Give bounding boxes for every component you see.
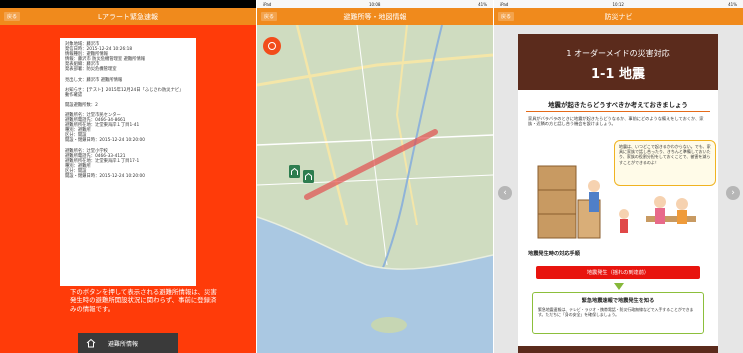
battery-label: 41%	[478, 1, 487, 7]
house-icon	[86, 338, 96, 348]
booklet-page: 1 オーダーメイドの災害対応 1-1 地震 地震が起きたらどうすべきか考えておき…	[518, 34, 718, 353]
alert-detail-line: 開設・閉鎖日時：2015-12-24 10:20:00	[65, 173, 146, 179]
alert-screen: 戻る Lアラート緊急速報 対象地域：藤沢市 発信日時：2015-12-24 10:…	[0, 0, 256, 353]
map-screen: iPad 10:08 41% 戻る 避難所等・地図情報	[257, 0, 493, 353]
shelter-info-label: 避難所情報	[108, 340, 139, 348]
early-warning-step: 緊急地震速報で地震発生を知る 緊急地震速報は、テレビ・ラジオ・携帯電話・防災行政…	[532, 292, 704, 334]
carrier-label: iPad	[263, 1, 272, 7]
nav-bar: 戻る Lアラート緊急速報	[0, 8, 256, 25]
status-bar: iPad 10:12 41%	[494, 0, 743, 8]
location-icon	[268, 42, 276, 50]
enoshima-island	[371, 317, 407, 333]
disaster-navi-screen: iPad 10:12 41% 戻る 防災ナビ ‹ › 1 オーダーメイドの災害対…	[494, 0, 743, 353]
early-warning-body: 緊急地震速報は、テレビ・ラジオ・携帯電話・防災行政無線などで入手することができま…	[538, 307, 694, 318]
battery-label: 41%	[728, 1, 737, 7]
nav-bar: 戻る 避難所等・地図情報	[257, 8, 493, 25]
clock-label: 10:12	[612, 1, 624, 7]
carrier-label: iPad	[500, 1, 509, 7]
speech-bubble: 地震は、いつどこで起きるかわからない。でも、家具に家族で話し合ったり、きちんと準…	[614, 140, 716, 186]
section-heading: 1-1 地震	[590, 67, 645, 82]
shelter-marker-icon[interactable]	[303, 170, 314, 183]
question-heading: 地震が起きたらどうすべきか考えておきましょう	[526, 100, 710, 112]
chapter-banner: 1 オーダーメイドの災害対応 1-1 地震	[518, 34, 718, 90]
status-bar: iPad 10:08 41%	[257, 0, 493, 8]
prev-page-button[interactable]: ‹	[498, 186, 512, 200]
intro-paragraph: 家具がバラバラのときに地震が起きたらどうなるか、事前にどのような備えをしておくか…	[528, 116, 704, 127]
shelter-marker-icon[interactable]	[289, 165, 300, 178]
page-footer-bar	[518, 346, 718, 353]
alert-detail-line: お知らせ：【テスト】2015年12月24日「ふじさわ防災ナビ」	[65, 87, 184, 93]
screenshot-collage: 戻る Lアラート緊急速報 対象地域：藤沢市 発信日時：2015-12-24 10:…	[0, 0, 743, 353]
early-warning-title: 緊急地震速報で地震発生を知る	[581, 298, 655, 304]
map-view[interactable]	[257, 25, 493, 353]
chapter-heading: 1 オーダーメイドの災害対応	[566, 49, 670, 58]
next-page-button[interactable]: ›	[726, 186, 740, 200]
back-button[interactable]: 戻る	[498, 12, 515, 21]
back-button[interactable]: 戻る	[4, 12, 21, 21]
shelter-info-button[interactable]: 避難所情報	[78, 333, 178, 353]
back-button[interactable]: 戻る	[261, 12, 278, 21]
nav-bar: 戻る 防災ナビ	[494, 8, 743, 25]
clock-label: 10:08	[368, 1, 381, 7]
notice-text: 下のボタンを押して表示される避難所情報は、災害発生時の避難所開設状況に関わらず、…	[70, 288, 217, 313]
earthquake-occurs-step: 地震発生（揺れの到達前）	[536, 266, 700, 279]
down-arrow-icon	[614, 283, 624, 290]
status-bar	[0, 0, 256, 8]
alert-detail-card: 対象地域：藤沢市 発信日時：2015-12-24 10:26:18 情報種別：避難所…	[60, 38, 196, 286]
page-title: Lアラート緊急速報	[98, 12, 158, 21]
response-steps-title: 地震発生時の対応手順	[528, 251, 580, 257]
current-location-button[interactable]	[263, 37, 281, 55]
page-title: 防災ナビ	[604, 12, 633, 21]
page-title: 避難所等・地図情報	[343, 12, 407, 21]
